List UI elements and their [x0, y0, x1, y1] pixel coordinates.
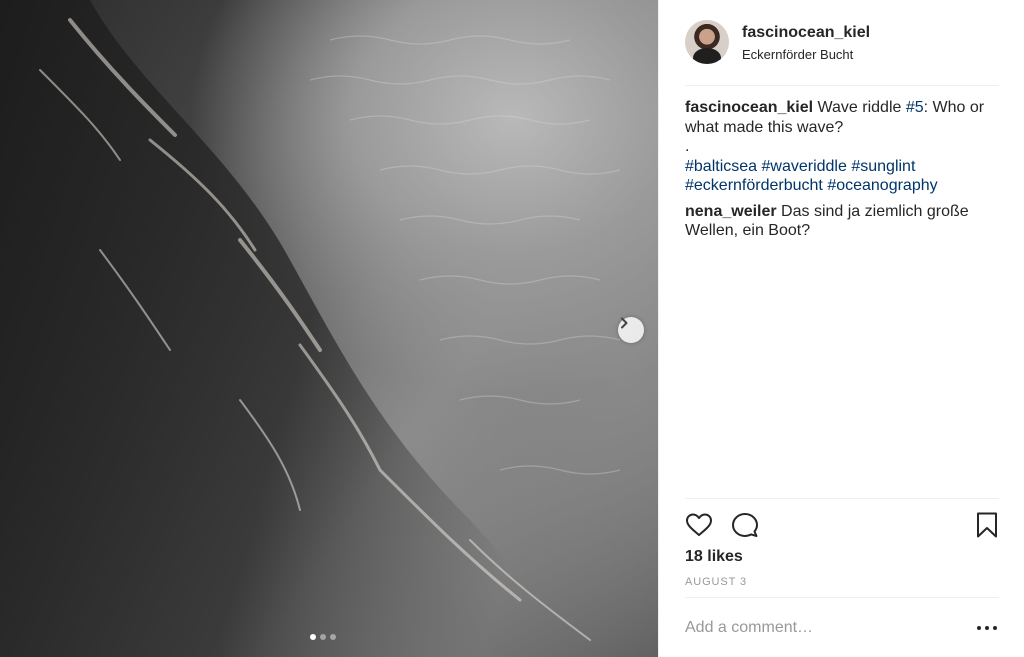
comment-item: nena_weiler Das sind ja ziemlich große W…: [685, 202, 999, 241]
caption-dot: .: [685, 138, 690, 155]
add-comment-section: [685, 597, 999, 657]
likes-count[interactable]: 18 likes: [685, 548, 743, 566]
hashtag-link[interactable]: #oceanography: [827, 177, 937, 194]
hashtag-link[interactable]: #5: [906, 99, 924, 116]
post-photo[interactable]: [0, 0, 658, 657]
more-options-icon: [977, 626, 981, 630]
chevron-right-icon: [621, 317, 628, 329]
post-location[interactable]: Eckernförder Bucht: [742, 47, 853, 62]
post-header: fascinocean_kiel Eckernförder Bucht: [685, 20, 999, 86]
save-button[interactable]: [973, 511, 1001, 539]
carousel-indicators: [310, 634, 336, 640]
comment-input[interactable]: [685, 616, 955, 640]
water-wave-image: [0, 0, 621, 657]
post-details-panel: fascinocean_kiel Eckernförder Bucht fasc…: [658, 0, 1024, 657]
avatar[interactable]: [685, 20, 729, 64]
speech-bubble-icon: [732, 513, 758, 537]
caption: fascinocean_kiel Wave riddle #5: Who or …: [685, 98, 999, 196]
heart-icon: [686, 513, 712, 536]
caption-text-start: Wave riddle: [813, 99, 906, 116]
hashtag-link[interactable]: #waveriddle: [762, 158, 847, 175]
hashtag-link[interactable]: #eckernförderbucht: [685, 177, 823, 194]
hashtag-link[interactable]: #sunglint: [851, 158, 915, 175]
like-button[interactable]: [685, 511, 713, 539]
carousel-dot: [330, 634, 336, 640]
next-photo-button[interactable]: [618, 317, 644, 343]
post-author-username[interactable]: fascinocean_kiel: [742, 24, 870, 42]
comment-button[interactable]: [731, 511, 759, 539]
comment-username[interactable]: nena_weiler: [685, 203, 777, 220]
hashtag-link[interactable]: #balticsea: [685, 158, 757, 175]
carousel-dot: [320, 634, 326, 640]
more-options-button[interactable]: [977, 620, 997, 636]
post-actions-bar: [685, 498, 999, 542]
bookmark-icon: [977, 512, 997, 538]
post-date[interactable]: AUGUST 3: [685, 576, 747, 588]
comments-list: fascinocean_kiel Wave riddle #5: Who or …: [685, 98, 999, 247]
caption-username[interactable]: fascinocean_kiel: [685, 99, 813, 116]
carousel-dot-active: [310, 634, 316, 640]
